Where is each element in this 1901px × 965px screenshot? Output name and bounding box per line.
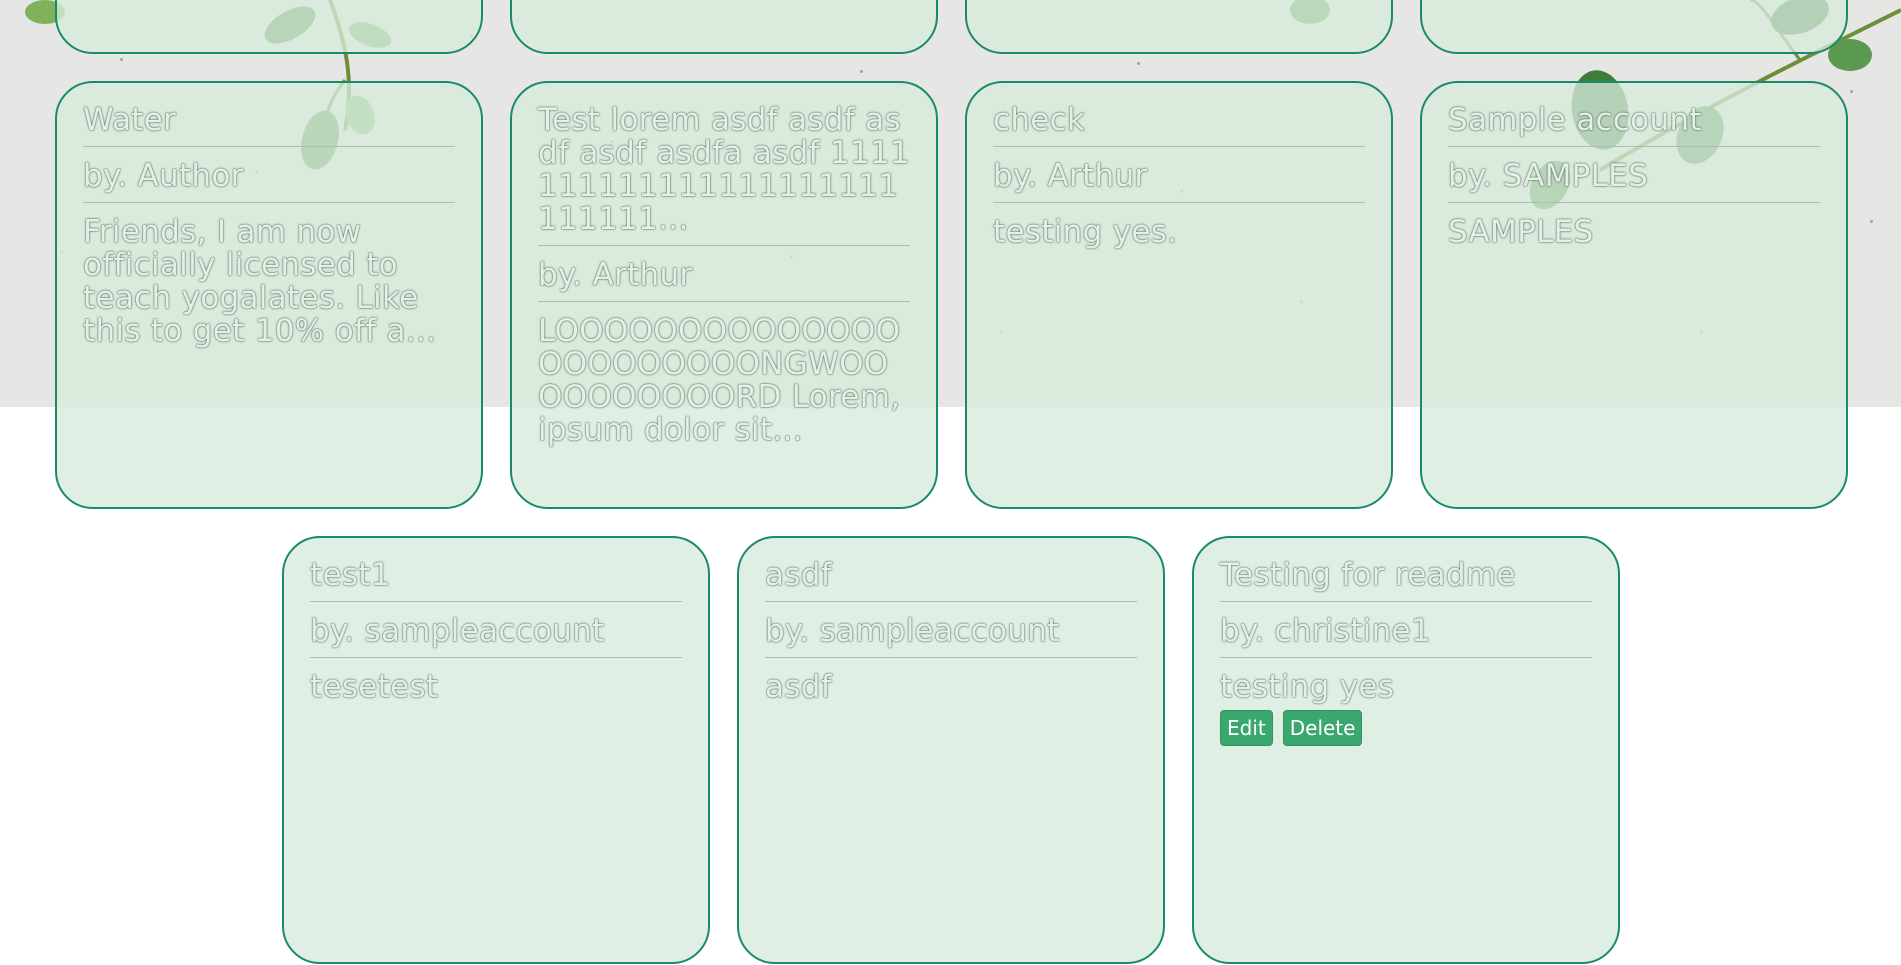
post-title: Sample account xyxy=(1448,104,1820,147)
post-card[interactable]: Testing for readme by. christine1 testin… xyxy=(1192,536,1620,964)
post-body: Friends, I am now officially licensed to… xyxy=(83,214,437,349)
post-card[interactable] xyxy=(1420,0,1848,54)
post-card[interactable]: Water by. Author Friends, I am now offic… xyxy=(55,81,483,509)
post-body: testing yes. xyxy=(993,214,1178,250)
post-title: test1 xyxy=(310,559,682,602)
post-body: asdf xyxy=(765,669,832,705)
post-card[interactable]: Test lorem asdf asdf asdf asdf asdfa asd… xyxy=(510,81,938,509)
post-card[interactable]: Sample account by. SAMPLES SAMPLES xyxy=(1420,81,1848,509)
post-title: asdf xyxy=(765,559,1137,602)
post-card[interactable]: asdf by. sampleaccount asdf xyxy=(737,536,1165,964)
delete-button[interactable]: Delete xyxy=(1282,710,1363,746)
post-title: Water xyxy=(83,104,455,147)
post-title: Test lorem asdf asdf asdf asdf asdfa asd… xyxy=(538,104,910,246)
post-card[interactable]: check by. Arthur testing yes. xyxy=(965,81,1393,509)
post-author: by. Author xyxy=(83,147,455,203)
post-title: Testing for readme xyxy=(1220,559,1592,602)
edit-button[interactable]: Edit xyxy=(1220,710,1273,746)
page: Water by. Author Friends, I am now offic… xyxy=(0,0,1901,965)
post-actions: Edit Delete xyxy=(1220,710,1592,746)
post-body: SAMPLES xyxy=(1448,214,1594,250)
post-card[interactable]: test1 by. sampleaccount tesetest xyxy=(282,536,710,964)
post-card[interactable] xyxy=(55,0,483,54)
post-author: by. Arthur xyxy=(538,246,910,302)
post-author: by. Arthur xyxy=(993,147,1365,203)
post-card[interactable] xyxy=(965,0,1393,54)
post-author: by. SAMPLES xyxy=(1448,147,1820,203)
post-body: testing yes xyxy=(1220,669,1395,705)
post-author: by. sampleaccount xyxy=(765,602,1137,658)
post-title: check xyxy=(993,104,1365,147)
post-author: by. sampleaccount xyxy=(310,602,682,658)
post-author: by. christine1 xyxy=(1220,602,1592,658)
post-body: tesetest xyxy=(310,669,439,705)
post-card[interactable] xyxy=(510,0,938,54)
post-body: LOOOOOOOOOOOOOOOOOOOOOOONGWOOOOOOOOOORD … xyxy=(538,313,901,448)
